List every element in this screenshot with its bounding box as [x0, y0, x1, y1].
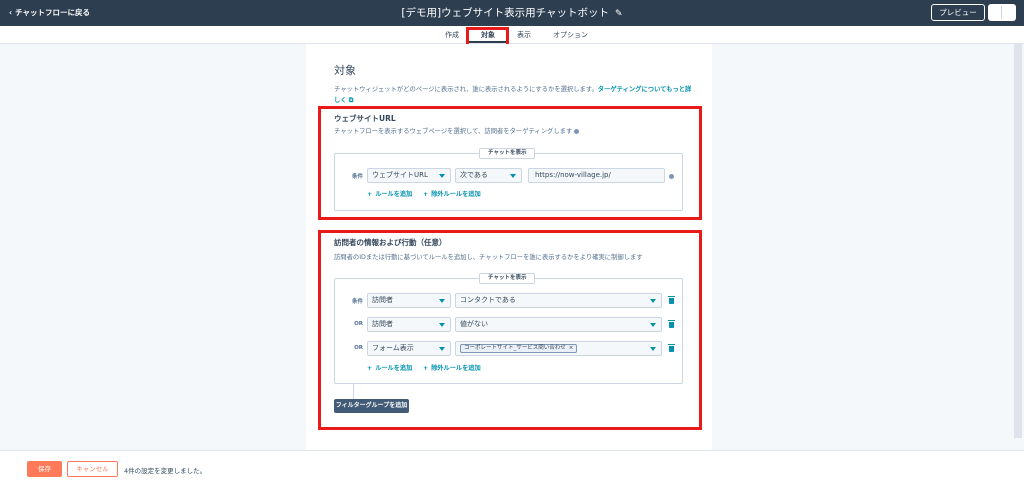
tab-bar: 作成 対象 表示 オプション — [0, 26, 1024, 44]
top-bar: ‹ チャットフローに戻る [デモ用]ウェブサイト表示用チャットボット ✎ プレビュ… — [0, 0, 1024, 26]
row-label: OR — [354, 345, 363, 351]
page-description-text: チャットウィジェットがどのページに表示され、誰に表示されるようにするかを選択しま… — [334, 86, 598, 93]
show-chat-chip: チャットを表示 — [479, 273, 536, 284]
url-field-value: ウェブサイトURL — [372, 171, 428, 179]
add-filter-group-button[interactable]: フィルターグループを追加 — [334, 399, 409, 413]
website-section-title: ウェブサイトURL — [334, 114, 396, 123]
visitor-value-select[interactable]: コンタクトである — [455, 293, 662, 308]
chevron-down-icon — [650, 323, 656, 327]
chatflow-title-text: [デモ用]ウェブサイト表示用チャットボット — [401, 7, 610, 19]
add-rule-button[interactable]: + ルールを追加 — [367, 363, 412, 372]
add-exclusion-rule-button[interactable]: + 除外ルールを追加 — [423, 189, 481, 198]
tab-options[interactable]: オプション — [553, 30, 588, 40]
chevron-down-icon — [439, 299, 445, 303]
chevron-down-icon — [650, 347, 656, 351]
add-exclusion-label: 除外ルールを追加 — [431, 365, 481, 372]
cancel-button[interactable]: キャンセル — [67, 461, 118, 477]
group-connector — [353, 384, 354, 399]
preview-button[interactable]: プレビュー — [931, 4, 985, 21]
row-label: 条件 — [351, 299, 363, 305]
add-rule-button[interactable]: + ルールを追加 — [367, 189, 412, 198]
url-field-select[interactable]: ウェブサイトURL — [367, 168, 451, 183]
url-value-input[interactable]: https://now-village.jp/ — [528, 168, 665, 183]
page-description: チャットウィジェットがどのページに表示され、誰に表示されるようにするかを選択しま… — [334, 84, 696, 106]
add-rule-label: ルールを追加 — [375, 365, 413, 372]
chatflow-title: [デモ用]ウェブサイト表示用チャットボット ✎ — [0, 5, 1024, 20]
trash-icon[interactable] — [668, 344, 675, 352]
changes-message: 4件の設定を変更しました。 — [124, 467, 207, 475]
visitor-value-select[interactable]: 値がない — [455, 317, 662, 332]
page-title: 対象 — [334, 64, 356, 77]
tab-build[interactable]: 作成 — [445, 30, 459, 40]
visitor-field-select[interactable]: フォーム表示 — [367, 341, 451, 356]
info-icon[interactable] — [574, 128, 580, 134]
plus-icon: + — [367, 365, 373, 372]
visitor-field-select[interactable]: 訪問者 — [367, 317, 451, 332]
info-icon[interactable] — [669, 174, 674, 179]
add-rule-label: ルールを追加 — [375, 191, 413, 198]
website-section-description-text: チャットフローを表示するウェブページを選択して、訪問者をターゲティングします — [334, 128, 573, 135]
form-tag-label: コーポレートサイト_サービス問い合わせ — [464, 345, 566, 351]
visitor-field-value: 訪問者 — [372, 296, 393, 304]
visitor-section-title: 訪問者の情報および行動（任意） — [334, 238, 447, 247]
visitor-field-select[interactable]: 訪問者 — [367, 293, 451, 308]
chevron-down-icon — [439, 347, 445, 351]
chevron-down-icon — [510, 174, 516, 178]
plus-icon: + — [367, 191, 373, 198]
view-toggle-button[interactable] — [988, 4, 1016, 21]
pencil-icon[interactable]: ✎ — [615, 9, 623, 19]
url-operator-select[interactable]: 次である — [455, 168, 522, 183]
visitor-field-value: 訪問者 — [372, 320, 393, 328]
visitor-value: 値がない — [460, 320, 488, 328]
url-operator-value: 次である — [460, 171, 488, 179]
trash-icon[interactable] — [668, 320, 675, 328]
close-icon[interactable]: × — [569, 345, 574, 351]
add-exclusion-rule-button[interactable]: + 除外ルールを追加 — [423, 363, 481, 372]
scrollbar[interactable] — [1014, 44, 1022, 438]
show-chat-chip: チャットを表示 — [479, 148, 536, 159]
external-link-icon: ⧉ — [348, 97, 354, 104]
chevron-down-icon — [439, 174, 445, 178]
visitor-value: コンタクトである — [460, 296, 516, 304]
tab-display[interactable]: 表示 — [517, 30, 531, 40]
chevron-down-icon — [650, 299, 656, 303]
visitor-section-description: 訪問者のIDまたは行動に基づいてルールを追加し、チャットフローを誰に表示するかを… — [334, 254, 643, 261]
plus-icon: + — [423, 365, 429, 372]
visitor-field-value: フォーム表示 — [372, 344, 414, 352]
chevron-down-icon — [439, 323, 445, 327]
row-label: OR — [354, 321, 363, 327]
add-exclusion-label: 除外ルールを追加 — [431, 191, 481, 198]
save-button[interactable]: 保存 — [27, 461, 62, 477]
form-tag[interactable]: コーポレートサイト_サービス問い合わせ × — [460, 344, 578, 353]
plus-icon: + — [423, 191, 429, 198]
trash-icon[interactable] — [668, 296, 675, 304]
row-label: 条件 — [351, 174, 363, 180]
website-section-description: チャットフローを表示するウェブページを選択して、訪問者をターゲティングします — [334, 126, 580, 135]
